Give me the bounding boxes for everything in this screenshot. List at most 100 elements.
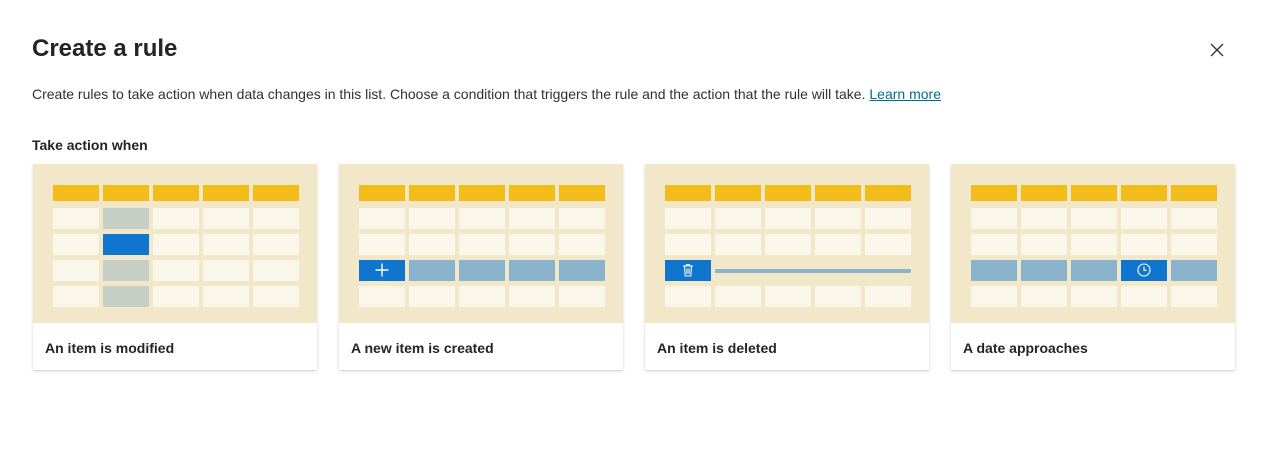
header-cell [815,185,861,201]
table-cell [409,286,455,307]
new-row-cell [559,260,605,281]
close-button[interactable] [1203,36,1231,64]
table-cell [765,234,811,255]
table-cell [203,286,249,307]
header-cell [103,185,149,201]
learn-more-link[interactable]: Learn more [869,86,941,102]
dialog-title: Create a rule [32,35,178,62]
table-cell [971,208,1017,229]
date-row-cell [1071,260,1117,281]
highlighted-cell [103,260,149,281]
new-row-cell [509,260,555,281]
close-icon [1210,43,1224,57]
table-cell [715,286,761,307]
header-cell [559,185,605,201]
deleted-row-strike [715,269,911,273]
table-cell [53,260,99,281]
table-cell [153,208,199,229]
date-row-cell [1021,260,1067,281]
header-cell [971,185,1017,201]
card-item-deleted[interactable]: An item is deleted [645,164,929,370]
table-cell [53,208,99,229]
table-cell [559,286,605,307]
new-row-cell [459,260,505,281]
header-cell [1071,185,1117,201]
card-label: An item is modified [45,340,175,356]
card-label: A date approaches [963,340,1088,356]
table-cell [765,208,811,229]
table-cell [1021,286,1067,307]
table-cell [1071,286,1117,307]
header-cell [459,185,505,201]
header-cell [203,185,249,201]
table-cell [971,286,1017,307]
new-row-cell [359,260,405,281]
header-cell [1121,185,1167,201]
date-row-cell [1171,260,1217,281]
table-illustration [339,164,623,323]
table-cell [665,286,711,307]
table-cell [153,260,199,281]
table-cell [815,208,861,229]
table-cell [815,286,861,307]
table-illustration [951,164,1235,323]
table-cell [715,208,761,229]
table-cell [1071,208,1117,229]
header-cell [509,185,555,201]
table-cell [509,208,555,229]
table-cell [253,260,299,281]
clock-icon [1137,263,1151,277]
table-cell [359,234,405,255]
table-cell [665,234,711,255]
table-cell [665,208,711,229]
table-cell [865,234,911,255]
trigger-cards: An item is modified A new item is create… [33,164,1236,370]
header-cell [865,185,911,201]
date-cell [1121,260,1167,281]
table-cell [203,234,249,255]
table-cell [153,234,199,255]
table-cell [359,286,405,307]
table-cell [509,234,555,255]
table-cell [53,286,99,307]
table-cell [1121,286,1167,307]
table-cell [153,286,199,307]
table-cell [1121,208,1167,229]
card-item-created[interactable]: A new item is created [339,164,623,370]
header-cell [253,185,299,201]
table-cell [459,286,505,307]
header-cell [665,185,711,201]
table-illustration [33,164,317,323]
table-cell [1071,234,1117,255]
table-cell [409,208,455,229]
card-item-modified[interactable]: An item is modified [33,164,317,370]
highlighted-cell [103,286,149,307]
header-cell [1021,185,1067,201]
section-label: Take action when [32,137,148,153]
modified-cell [103,234,149,255]
table-cell [53,234,99,255]
header-cell [715,185,761,201]
table-cell [865,286,911,307]
table-illustration [645,164,929,323]
card-label: An item is deleted [657,340,777,356]
table-cell [559,208,605,229]
create-rule-dialog: Create a rule Create rules to take actio… [0,0,1262,466]
table-cell [253,234,299,255]
date-row-cell [971,260,1017,281]
table-cell [1171,234,1217,255]
header-cell [153,185,199,201]
card-date-approaches[interactable]: A date approaches [951,164,1235,370]
table-cell [1021,234,1067,255]
table-cell [1021,208,1067,229]
table-cell [459,234,505,255]
header-cell [409,185,455,201]
header-cell [1171,185,1217,201]
table-cell [1171,286,1217,307]
table-cell [815,234,861,255]
header-cell [765,185,811,201]
description-text: Create rules to take action when data ch… [32,86,866,102]
table-cell [253,286,299,307]
table-cell [203,208,249,229]
trash-icon [683,263,693,277]
